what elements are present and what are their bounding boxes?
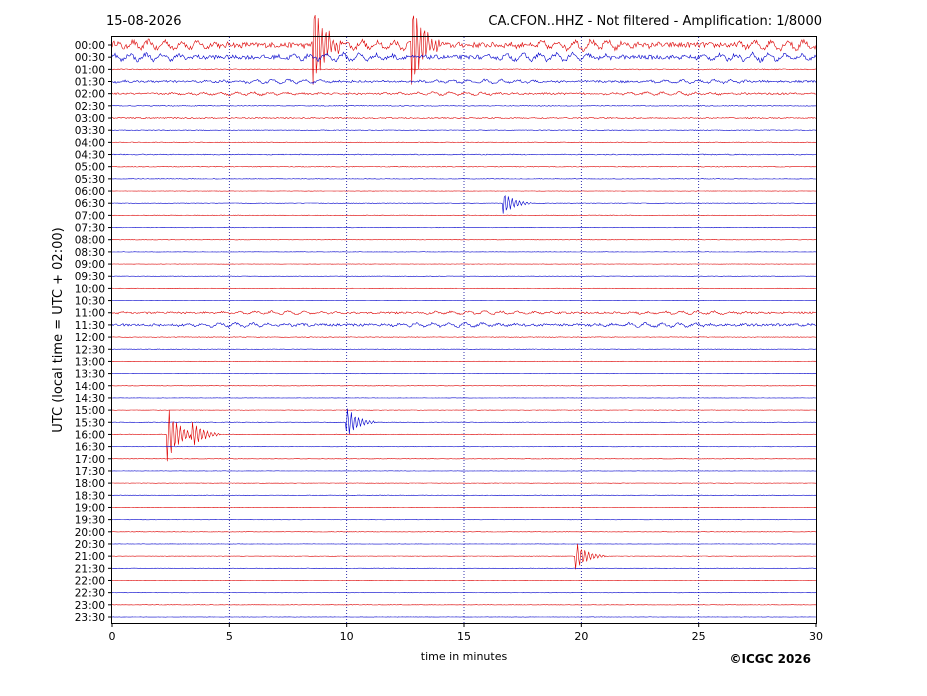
row-label: 13:30	[75, 369, 105, 381]
row-label: 05:30	[75, 174, 105, 186]
row-label: 13:00	[75, 356, 105, 368]
row-label: 01:00	[75, 64, 105, 76]
row-label: 07:30	[75, 223, 105, 235]
row-label: 22:30	[75, 588, 105, 600]
vertical-gridlines	[228, 37, 700, 623]
trace-line	[111, 348, 817, 350]
trace-line	[111, 321, 817, 329]
row-label: 09:00	[75, 259, 105, 271]
row-label: 22:00	[75, 575, 105, 587]
row-label: 10:30	[75, 296, 105, 308]
x-axis-ticks: 0 5 10 15 20 25 30	[109, 623, 823, 643]
x-tick-label: 15	[457, 630, 471, 643]
station-title: CA.CFON..HHZ - Not filtered - Amplificat…	[488, 14, 822, 29]
row-label: 19:30	[75, 515, 105, 527]
row-label: 12:00	[75, 332, 105, 344]
trace-line	[111, 51, 817, 63]
row-label: 11:30	[75, 320, 105, 332]
seismogram-chart: 15-08-2026 CA.CFON..HHZ - Not filtered -…	[51, 14, 823, 666]
row-label: 10:00	[75, 283, 105, 295]
row-label: 00:30	[75, 52, 105, 64]
row-label: 15:30	[75, 417, 105, 429]
trace-line	[111, 105, 817, 107]
row-label: 06:00	[75, 186, 105, 198]
row-label: 05:00	[75, 162, 105, 174]
x-tick-label: 25	[692, 630, 706, 643]
row-label: 20:00	[75, 527, 105, 539]
x-tick-label: 0	[109, 630, 116, 643]
row-label: 16:00	[75, 429, 105, 441]
row-label: 08:30	[75, 247, 105, 259]
row-label: 04:00	[75, 137, 105, 149]
row-label: 02:00	[75, 89, 105, 101]
row-label: 15:00	[75, 405, 105, 417]
row-label: 20:30	[75, 539, 105, 551]
row-label: 03:00	[75, 113, 105, 125]
trace-line	[111, 214, 817, 217]
row-label: 17:00	[75, 454, 105, 466]
row-labels: 00:0000:3001:0001:3002:0002:3003:0003:30…	[75, 40, 112, 624]
row-label: 04:30	[75, 150, 105, 162]
row-label: 02:30	[75, 101, 105, 113]
copyright-credit: ©ICGC 2026	[729, 652, 811, 666]
trace-line	[111, 195, 817, 214]
row-label: 14:00	[75, 381, 105, 393]
row-label: 23:00	[75, 600, 105, 612]
x-tick-label: 5	[226, 630, 233, 643]
x-tick-label: 10	[340, 630, 354, 643]
row-label: 14:30	[75, 393, 105, 405]
row-label: 12:30	[75, 344, 105, 356]
row-label: 21:00	[75, 551, 105, 563]
row-label: 07:00	[75, 210, 105, 222]
row-label: 09:30	[75, 271, 105, 283]
date-label: 15-08-2026	[106, 14, 182, 29]
x-tick-label: 30	[809, 630, 823, 643]
row-label: 00:00	[75, 40, 105, 52]
row-label: 21:30	[75, 563, 105, 575]
row-label: 06:30	[75, 198, 105, 210]
row-label: 11:00	[75, 308, 105, 320]
row-label: 18:00	[75, 478, 105, 490]
row-label: 23:30	[75, 612, 105, 624]
x-axis-label: time in minutes	[421, 650, 508, 663]
trace-line	[111, 68, 817, 71]
x-tick-label: 20	[574, 630, 588, 643]
row-label: 08:00	[75, 235, 105, 247]
row-label: 17:30	[75, 466, 105, 478]
row-label: 16:30	[75, 442, 105, 454]
trace-line	[111, 178, 816, 180]
trace-line	[111, 91, 817, 97]
y-axis-label: UTC (local time = UTC + 02:00)	[51, 227, 66, 432]
row-label: 03:30	[75, 125, 105, 137]
row-label: 18:30	[75, 490, 105, 502]
trace-line	[111, 410, 817, 462]
row-label: 19:00	[75, 502, 105, 514]
trace-line	[111, 226, 817, 229]
row-label: 01:30	[75, 77, 105, 89]
